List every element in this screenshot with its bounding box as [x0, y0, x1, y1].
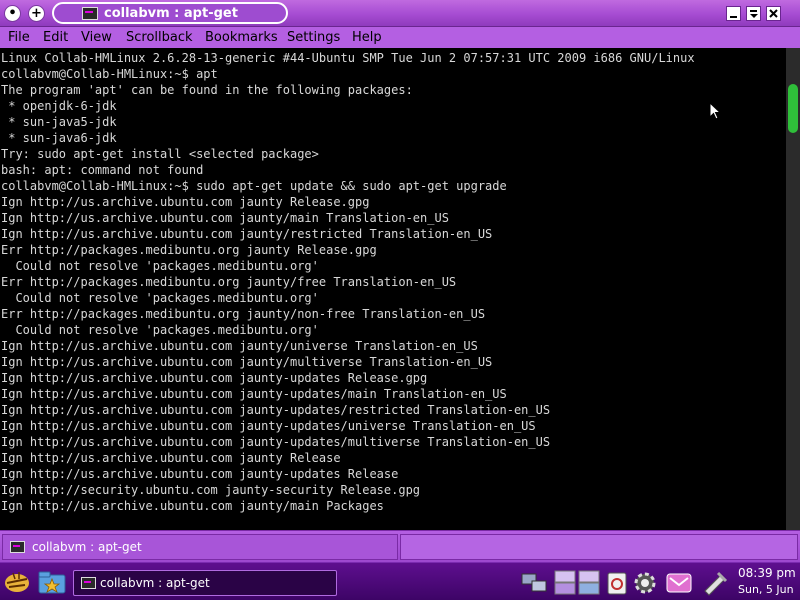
taskbar: collabvm : apt-get 08:39 pm Sun, 5 Jun — [0, 562, 800, 600]
settings-gear-icon[interactable] — [632, 570, 658, 596]
window-title-pill: collabvm : apt-get — [52, 2, 288, 24]
terminal-line: Ign http://us.archive.ubuntu.com jaunty/… — [1, 211, 449, 225]
menu-help[interactable]: Help — [352, 29, 382, 46]
pin-icon[interactable]: • — [4, 5, 21, 22]
taskbar-task-button[interactable]: collabvm : apt-get — [73, 570, 337, 596]
terminal-line: Ign http://us.archive.ubuntu.com jaunty-… — [1, 403, 551, 417]
terminal-line: Err http://packages.medibuntu.org jaunty… — [1, 243, 377, 257]
window-title: collabvm : apt-get — [104, 6, 238, 21]
menu-edit[interactable]: Edit — [43, 29, 68, 46]
menu-view[interactable]: View — [81, 29, 112, 46]
terminal-app-icon — [81, 577, 96, 589]
terminal-line: Ign http://security.ubuntu.com jaunty-se… — [1, 483, 421, 497]
terminal-line: collabvm@Collab-HMLinux:~$ apt — [1, 67, 218, 81]
terminal-line: Ign http://us.archive.ubuntu.com jaunty … — [1, 195, 370, 209]
clock-time[interactable]: 08:39 pm — [738, 566, 796, 581]
terminal-line: Try: sudo apt-get install <selected pack… — [1, 147, 319, 161]
mouse-cursor-icon — [709, 102, 722, 120]
shade-icon[interactable] — [746, 6, 761, 21]
terminal-line: collabvm@Collab-HMLinux:~$ sudo apt-get … — [1, 179, 507, 193]
terminal-line: Err http://packages.medibuntu.org jaunty… — [1, 275, 457, 289]
tools-icon[interactable] — [700, 569, 730, 597]
terminal-line: Ign http://us.archive.ubuntu.com jaunty-… — [1, 419, 536, 433]
menu-scrollback[interactable]: Scrollback — [126, 29, 193, 46]
terminal-line: The program 'apt' can be found in the fo… — [1, 83, 413, 97]
terminal-line: bash: apt: command not found — [1, 163, 204, 177]
terminal-line: Ign http://us.archive.ubuntu.com jaunty/… — [1, 227, 493, 241]
clipboard-icon[interactable] — [605, 570, 629, 596]
menu-bar: File Edit View Scrollback Bookmarks Sett… — [0, 27, 800, 48]
folder-star-icon[interactable] — [37, 569, 67, 597]
terminal-line: Ign http://us.archive.ubuntu.com jaunty/… — [1, 499, 384, 513]
terminal-scrollbar[interactable] — [786, 48, 800, 530]
terminal-line: Ign http://us.archive.ubuntu.com jaunty/… — [1, 355, 493, 369]
terminal-line: Ign http://us.archive.ubuntu.com jaunty-… — [1, 467, 399, 481]
network-icon[interactable] — [520, 572, 550, 594]
terminal-line: Ign http://us.archive.ubuntu.com jaunty-… — [1, 435, 551, 449]
session-tab-empty-area — [400, 534, 798, 560]
pager-icon[interactable] — [554, 570, 576, 596]
session-tab[interactable]: collabvm : apt-get — [2, 534, 398, 560]
terminal-line: Ign http://us.archive.ubuntu.com jaunty … — [1, 451, 341, 465]
terminal-line: * sun-java5-jdk — [1, 115, 117, 129]
scrollbar-thumb[interactable] — [788, 84, 798, 133]
terminal-line: Could not resolve 'packages.medibuntu.or… — [1, 259, 319, 273]
terminal-line: Could not resolve 'packages.medibuntu.or… — [1, 323, 319, 337]
session-tab-label: collabvm : apt-get — [32, 540, 142, 554]
menu-bookmarks[interactable]: Bookmarks — [205, 29, 278, 46]
terminal-line: Linux Collab-HMLinux 2.6.28-13-generic #… — [1, 51, 695, 65]
terminal-line: Ign http://us.archive.ubuntu.com jaunty/… — [1, 339, 478, 353]
new-tab-icon[interactable]: + — [28, 5, 45, 22]
terminal-line: Ign http://us.archive.ubuntu.com jaunty-… — [1, 387, 507, 401]
taskbar-task-label: collabvm : apt-get — [100, 576, 210, 590]
title-bar: • + collabvm : apt-get — [0, 0, 800, 27]
kde-menu-icon[interactable] — [3, 569, 31, 595]
close-icon[interactable] — [766, 6, 781, 21]
desktop-icon[interactable] — [578, 570, 600, 596]
mail-icon[interactable] — [664, 569, 694, 597]
terminal-app-icon — [82, 7, 98, 20]
terminal-output[interactable]: Linux Collab-HMLinux 2.6.28-13-generic #… — [0, 48, 786, 530]
menu-file[interactable]: File — [8, 29, 30, 46]
session-tab-bar: collabvm : apt-get — [0, 530, 800, 562]
minimize-icon[interactable] — [726, 6, 741, 21]
terminal-line: Err http://packages.medibuntu.org jaunty… — [1, 307, 486, 321]
menu-settings[interactable]: Settings — [287, 29, 340, 46]
terminal-line: Could not resolve 'packages.medibuntu.or… — [1, 291, 319, 305]
terminal-line: Ign http://us.archive.ubuntu.com jaunty-… — [1, 371, 428, 385]
terminal-line: * openjdk-6-jdk — [1, 99, 117, 113]
clock-date[interactable]: Sun, 5 Jun — [738, 583, 794, 597]
terminal-line: * sun-java6-jdk — [1, 131, 117, 145]
terminal-app-icon — [10, 541, 25, 553]
